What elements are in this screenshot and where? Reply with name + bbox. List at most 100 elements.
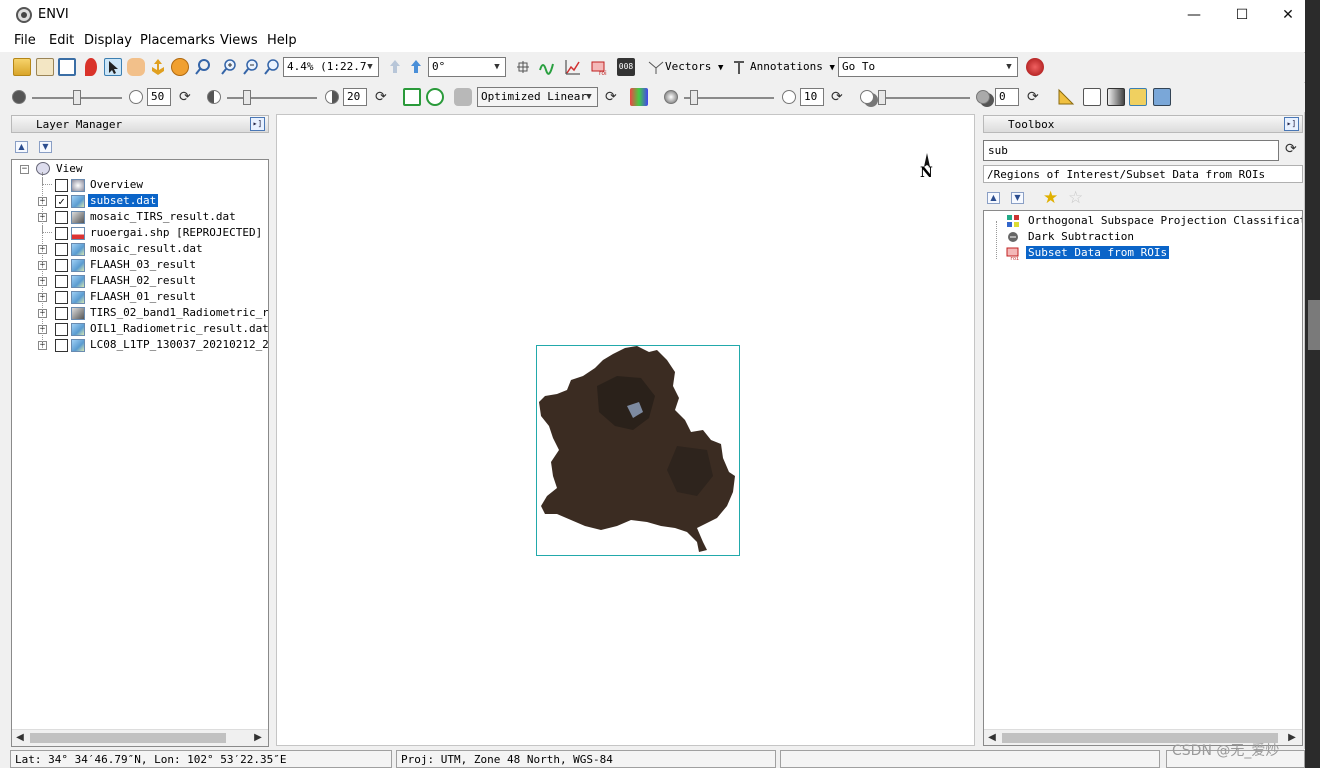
menu-placemarks[interactable]: Placemarks	[140, 33, 215, 48]
collapse-up-icon[interactable]: ▲	[987, 192, 1000, 204]
layer-row[interactable]: + TIRS_02_band1_Radiometric_resu	[12, 305, 268, 321]
scroll-left-icon[interactable]: ◀	[12, 730, 28, 746]
add-favorite-icon[interactable]: ★	[1043, 188, 1058, 208]
scroll-left-icon[interactable]: ◀	[984, 730, 1000, 745]
view-flicker-icon[interactable]	[1129, 88, 1147, 106]
rotation-combo[interactable]: 0° ▼	[428, 57, 506, 77]
zoom-out-icon[interactable]	[242, 58, 260, 76]
transparency-slider[interactable]	[880, 97, 970, 99]
crosshair-icon[interactable]	[514, 58, 532, 76]
toolbox-refresh-icon[interactable]: ⟳	[1285, 141, 1297, 157]
layer-visibility-checkbox[interactable]	[55, 211, 68, 224]
layer-row[interactable]: + OIL1_Radiometric_result.dat	[12, 321, 268, 337]
transparency-value[interactable]: 0	[995, 88, 1019, 106]
layer-row[interactable]: + ✓ subset.dat	[12, 193, 268, 209]
remove-favorite-icon[interactable]: ☆	[1068, 188, 1083, 208]
image-view[interactable]: N	[276, 114, 975, 746]
crop-icon[interactable]	[58, 58, 76, 76]
measure-icon[interactable]	[1057, 88, 1075, 106]
layer-row[interactable]: Overview	[12, 177, 268, 193]
menu-views[interactable]: Views	[220, 33, 258, 48]
stretch-type-combo[interactable]: Optimized Linear ▼	[477, 87, 598, 107]
scroll-right-icon[interactable]: ▶	[250, 730, 266, 746]
pan-hand-icon[interactable]	[127, 58, 145, 76]
layer-row[interactable]: + LC08_L1TP_130037_20210212_2021	[12, 337, 268, 353]
layer-visibility-checkbox[interactable]	[55, 179, 68, 192]
sharpen-reset-icon[interactable]: ⟳	[831, 89, 843, 105]
stretch-reset-icon[interactable]: ⟳	[605, 89, 617, 105]
expand-down-icon[interactable]: ▼	[39, 141, 52, 153]
layer-row[interactable]: + FLAASH_03_result	[12, 257, 268, 273]
toolbox-search-input[interactable]: sub	[983, 140, 1279, 161]
vectors-menu[interactable]: Vectors ▼	[665, 60, 723, 73]
layer-visibility-checkbox[interactable]	[55, 259, 68, 272]
select-cursor-icon[interactable]	[104, 58, 122, 76]
stretch-full-icon[interactable]	[426, 88, 444, 106]
rotate-north-up-icon[interactable]	[386, 58, 404, 76]
open-file-icon[interactable]	[13, 58, 31, 76]
layer-row[interactable]: ruoergai.shp [REPROJECTED]	[12, 225, 268, 241]
scroll-right-icon[interactable]: ▶	[1284, 730, 1300, 745]
pin-panel-icon[interactable]: ▸]	[1284, 117, 1299, 131]
sharpen-slider-thumb[interactable]	[690, 90, 698, 105]
transparency-reset-icon[interactable]: ⟳	[1027, 89, 1039, 105]
goto-combo[interactable]: Go To ▼	[838, 57, 1018, 77]
chart-icon[interactable]	[564, 58, 582, 76]
rotate-icon[interactable]	[171, 58, 189, 76]
goto-search-icon[interactable]	[1026, 58, 1044, 76]
layer-row[interactable]: + mosaic_result.dat	[12, 241, 268, 257]
contrast-slider[interactable]	[227, 97, 317, 99]
annotations-menu[interactable]: Annotations ▼	[750, 60, 835, 73]
minimize-button[interactable]: —	[1171, 0, 1217, 30]
layer-visibility-checkbox[interactable]	[55, 275, 68, 288]
collapse-up-icon[interactable]: ▲	[15, 141, 28, 153]
expand-down-icon[interactable]: ▼	[1011, 192, 1024, 204]
zoom-tool-icon[interactable]	[194, 58, 212, 76]
rotate-step-icon[interactable]	[407, 58, 425, 76]
contrast-slider-thumb[interactable]	[243, 90, 251, 105]
stretch-view-icon[interactable]	[403, 88, 421, 106]
sharpen-value[interactable]: 10	[800, 88, 824, 106]
menu-edit[interactable]: Edit	[49, 33, 74, 48]
layer-visibility-checkbox[interactable]	[55, 323, 68, 336]
transparency-slider-thumb[interactable]	[878, 90, 886, 105]
brightness-reset-icon[interactable]: ⟳	[179, 89, 191, 105]
maximize-button[interactable]: ☐	[1219, 0, 1265, 30]
portal-icon[interactable]	[1083, 88, 1101, 106]
layer-visibility-checkbox[interactable]	[55, 307, 68, 320]
layer-visibility-checkbox[interactable]	[55, 227, 68, 240]
hscroll-thumb[interactable]	[30, 733, 226, 743]
collapse-icon[interactable]: −	[20, 165, 29, 174]
view-swipe-icon[interactable]	[1153, 88, 1171, 106]
color-table-icon[interactable]	[630, 88, 648, 106]
pin-panel-icon[interactable]: ▸]	[250, 117, 265, 131]
placemark-icon[interactable]	[85, 58, 97, 76]
menu-display[interactable]: Display	[84, 33, 132, 48]
spectral-profile-icon[interactable]	[538, 58, 556, 76]
fly-icon[interactable]	[149, 58, 167, 76]
layer-row[interactable]: + mosaic_TIRS_result.dat	[12, 209, 268, 225]
data-manager-icon[interactable]	[36, 58, 54, 76]
layer-visibility-checkbox[interactable]	[55, 291, 68, 304]
contrast-value[interactable]: 20	[343, 88, 367, 106]
layer-visibility-checkbox[interactable]	[55, 339, 68, 352]
brightness-slider-thumb[interactable]	[73, 90, 81, 105]
layer-visibility-checkbox[interactable]	[55, 243, 68, 256]
menu-help[interactable]: Help	[267, 33, 297, 48]
layer-tree-hscrollbar[interactable]: ◀ ▶	[12, 729, 268, 746]
zoom-full-icon[interactable]	[263, 58, 281, 76]
contrast-reset-icon[interactable]: ⟳	[375, 89, 387, 105]
stretch-lock-icon[interactable]	[454, 88, 472, 106]
layer-row[interactable]: + FLAASH_01_result	[12, 289, 268, 305]
menu-file[interactable]: File	[14, 33, 36, 48]
layer-visibility-checkbox[interactable]: ✓	[55, 195, 68, 208]
zoom-in-icon[interactable]	[220, 58, 238, 76]
subset-image-extent[interactable]	[536, 345, 740, 556]
view-blend-icon[interactable]	[1107, 88, 1125, 106]
roi-tool-icon[interactable]: roi	[590, 58, 608, 77]
brightness-value[interactable]: 50	[147, 88, 171, 106]
tree-root-view[interactable]: − View	[12, 161, 268, 177]
zoom-combo[interactable]: 4.4% (1:22.7 ▼	[283, 57, 379, 77]
layer-row[interactable]: + FLAASH_02_result	[12, 273, 268, 289]
pixel-value-icon[interactable]: 008	[617, 58, 635, 76]
